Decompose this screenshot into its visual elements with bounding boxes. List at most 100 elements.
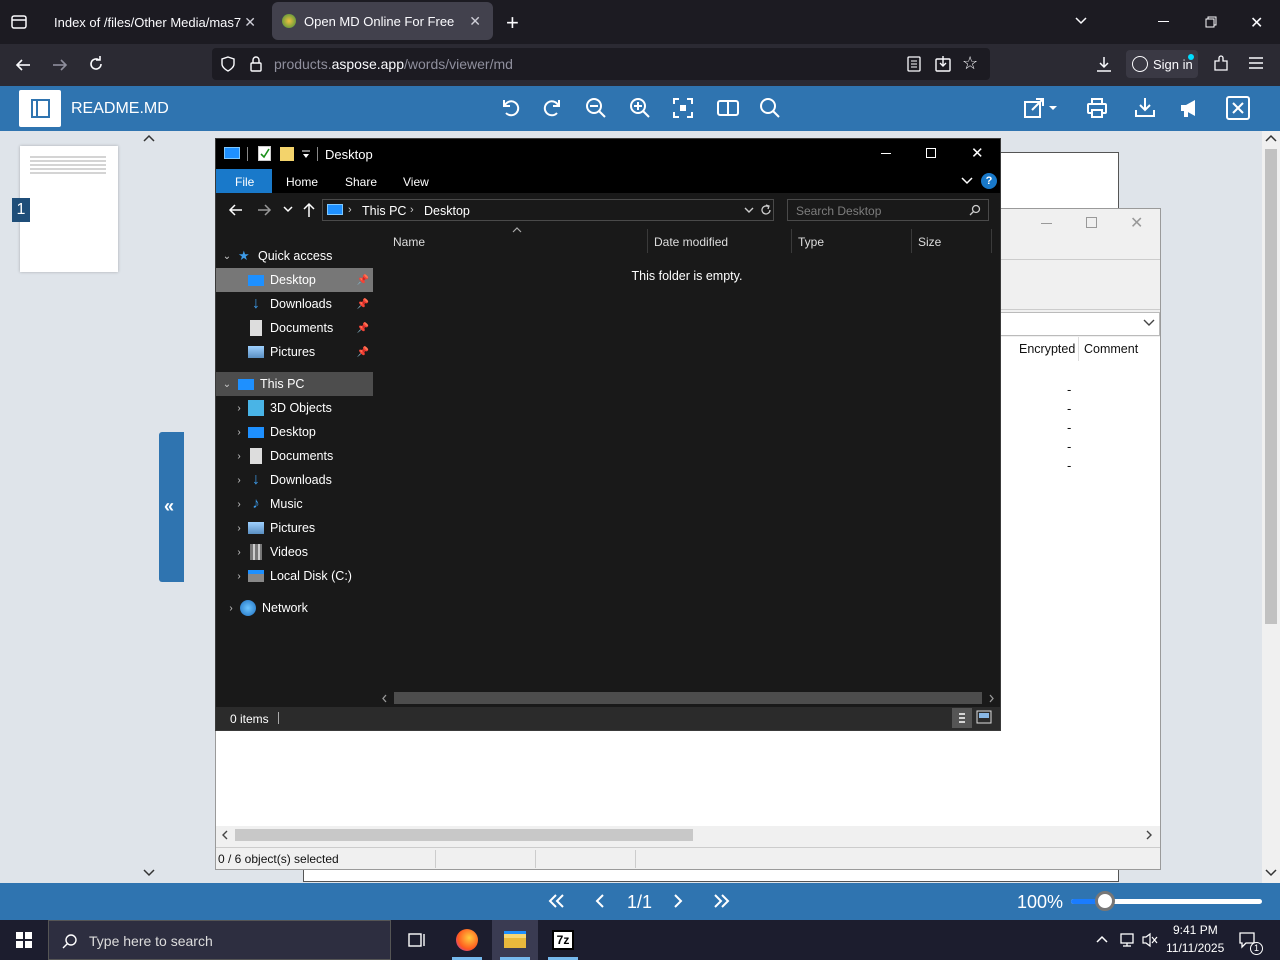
nav-videos[interactable]: › Videos [216, 540, 373, 564]
close-viewer-button[interactable] [1226, 96, 1250, 120]
chevron-right-icon[interactable]: › [230, 475, 248, 486]
forward-arrow-icon[interactable] [51, 56, 69, 74]
tab-share[interactable]: Share [345, 175, 377, 189]
search-icon[interactable] [759, 97, 781, 119]
tab-home[interactable]: Home [286, 175, 318, 189]
up-arrow-icon[interactable] [302, 202, 316, 218]
chevron-right-icon[interactable]: › [230, 403, 248, 414]
new-tab-button[interactable]: + [506, 10, 519, 36]
clock-time[interactable]: 9:41 PM [1173, 923, 1218, 937]
column-header-name[interactable]: Name [393, 235, 425, 249]
nav-quick-access[interactable]: ⌄ ★ Quick access [216, 244, 373, 268]
chevron-down-icon[interactable]: ⌄ [216, 251, 238, 262]
column-header-type[interactable]: Type [798, 235, 824, 249]
page-indicator[interactable]: 1/1 [627, 892, 652, 913]
address-bar[interactable]: › This PC › Desktop [322, 199, 774, 221]
chevron-right-icon[interactable]: › [230, 451, 248, 462]
network-tray-icon[interactable] [1118, 932, 1136, 948]
large-icons-view-button[interactable] [976, 710, 992, 724]
thumbnail-scroll-down[interactable] [143, 868, 155, 878]
nav-quick-documents[interactable]: Documents 📌 [216, 316, 373, 340]
search-icon[interactable] [969, 204, 981, 216]
nav-network[interactable]: › Network [216, 596, 373, 620]
extensions-icon[interactable] [1212, 55, 1230, 73]
back-arrow-icon[interactable] [14, 56, 32, 74]
nav-this-pc[interactable]: ⌄ This PC [216, 372, 373, 396]
downloads-icon[interactable] [1095, 55, 1113, 73]
two-page-view-icon[interactable] [716, 98, 740, 118]
column-header-size[interactable]: Size [918, 235, 941, 249]
open-external-icon[interactable] [1023, 97, 1059, 119]
back-arrow-icon[interactable] [228, 202, 244, 218]
nav-documents[interactable]: › Documents [216, 444, 373, 468]
explorer-minimize-icon[interactable] [881, 153, 891, 154]
fit-page-icon[interactable] [672, 97, 694, 119]
volume-muted-icon[interactable] [1141, 932, 1159, 948]
details-view-button[interactable] [952, 708, 972, 728]
menu-icon[interactable] [1249, 57, 1263, 69]
nav-quick-downloads[interactable]: ↓ Downloads 📌 [216, 292, 373, 316]
start-button[interactable] [0, 920, 48, 960]
minimize-window-icon[interactable] [1158, 21, 1169, 22]
lock-icon[interactable] [249, 56, 263, 72]
reader-view-icon[interactable] [907, 56, 921, 72]
url-text[interactable]: products.aspose.app/words/viewer/md [274, 56, 513, 72]
sign-in-button[interactable]: Sign in [1126, 50, 1198, 78]
column-header-encrypted[interactable]: Encrypted [1019, 342, 1075, 356]
nav-quick-desktop[interactable]: Desktop 📌 [216, 268, 373, 292]
archive-close-icon[interactable]: ✕ [1130, 213, 1143, 233]
new-folder-icon[interactable] [280, 147, 294, 161]
collapse-sidebar-button[interactable]: « [159, 432, 184, 582]
page-scrollbar-thumb[interactable] [1265, 149, 1277, 624]
nav-desktop[interactable]: › Desktop [216, 420, 373, 444]
megaphone-icon[interactable] [1178, 97, 1200, 119]
archive-maximize-icon[interactable] [1086, 217, 1097, 228]
file-explorer-taskbar-icon[interactable] [492, 920, 538, 960]
zoom-slider-handle[interactable] [1095, 891, 1115, 911]
chevron-right-icon[interactable]: › [230, 427, 248, 438]
zoom-in-icon[interactable] [629, 97, 651, 119]
nav-3d-objects[interactable]: › 3D Objects [216, 396, 373, 420]
toggle-sidebar-button[interactable] [19, 90, 61, 127]
zoom-slider[interactable] [1071, 891, 1262, 911]
tab-index-files[interactable]: Index of /files/Other Media/mas714 ✕ [42, 0, 268, 44]
previous-page-icon[interactable] [594, 892, 606, 910]
scroll-up-arrow-icon[interactable] [1265, 133, 1277, 143]
first-page-icon[interactable] [547, 892, 565, 910]
page-thumbnail[interactable] [20, 146, 118, 272]
chevron-down-icon[interactable]: ⌄ [216, 379, 238, 390]
thumbnail-scroll-up[interactable] [143, 133, 155, 143]
clock-date[interactable]: 11/11/2025 [1166, 941, 1224, 955]
column-header-date-modified[interactable]: Date modified [654, 235, 728, 249]
url-bar[interactable]: products.aspose.app/words/viewer/md ☆ [212, 48, 990, 80]
chevron-right-icon[interactable]: › [230, 547, 248, 558]
breadcrumb-desktop[interactable]: Desktop [424, 204, 470, 218]
nav-downloads[interactable]: › ↓ Downloads [216, 468, 373, 492]
save-to-pocket-icon[interactable] [934, 55, 952, 73]
search-desktop-field[interactable]: Search Desktop [787, 199, 989, 221]
7zip-taskbar-icon[interactable]: 7z [540, 920, 586, 960]
download-icon[interactable] [1134, 96, 1156, 118]
chevron-right-icon[interactable]: › [222, 603, 240, 614]
archive-minimize-icon[interactable] [1041, 223, 1052, 224]
archive-hscroll-thumb[interactable] [235, 829, 693, 841]
explorer-maximize-icon[interactable] [926, 148, 936, 158]
rotate-left-icon[interactable] [500, 97, 522, 119]
reload-icon[interactable] [87, 55, 105, 73]
close-window-icon[interactable]: ✕ [1250, 13, 1263, 33]
file-list-hscrollbar[interactable] [374, 690, 1000, 706]
nav-local-disk[interactable]: › Local Disk (C:) [216, 564, 373, 588]
explorer-close-icon[interactable]: ✕ [971, 144, 984, 162]
shield-icon[interactable] [220, 56, 236, 72]
close-tab-icon[interactable]: ✕ [244, 14, 268, 31]
recent-locations-icon[interactable] [283, 206, 293, 214]
tab-list-chevron-icon[interactable] [1074, 14, 1088, 28]
address-dropdown-icon[interactable] [744, 207, 754, 215]
scroll-down-arrow-icon[interactable] [1265, 868, 1277, 878]
taskbar-search-box[interactable]: Type here to search [48, 920, 391, 960]
quick-access-dropdown-icon[interactable] [301, 149, 311, 159]
print-icon[interactable] [1086, 97, 1108, 119]
last-page-icon[interactable] [713, 892, 731, 910]
zoom-out-icon[interactable] [585, 97, 607, 119]
column-header-comment[interactable]: Comment [1084, 342, 1138, 356]
